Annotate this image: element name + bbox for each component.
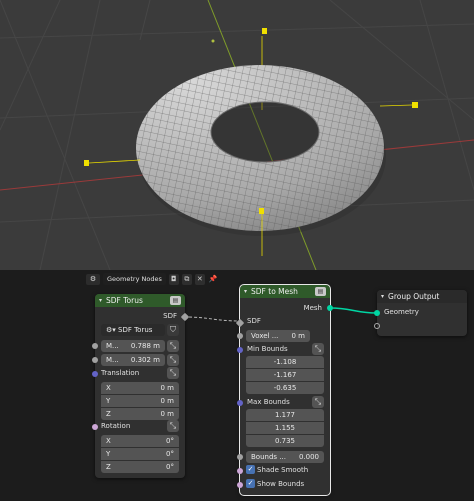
rotation-y-field[interactable]: Y 0° — [101, 448, 179, 460]
mode-icon: ⚙▾ — [106, 326, 119, 334]
eyedropper-icon[interactable]: ⤡ — [312, 396, 324, 408]
fake-user-shield-icon[interactable]: ◘ — [168, 273, 179, 285]
node-tree-name[interactable]: Geometry Nodes — [103, 273, 166, 285]
geometry-input-socket[interactable] — [374, 310, 380, 316]
show-bounds-checkbox[interactable]: ✓ — [246, 479, 255, 488]
eyedropper-icon[interactable]: ⤡ — [167, 367, 179, 379]
viewport-scene — [0, 0, 474, 270]
max-bounds-label: Max Bounds — [247, 398, 290, 406]
major-radius-field[interactable]: M... 0.788 m — [101, 340, 165, 352]
translation-z-field[interactable]: Z 0 m — [101, 408, 179, 420]
sdf-to-mesh-node[interactable]: ▾ SDF to Mesh ▤ Mesh SDF Voxel ... 0 m M… — [235, 284, 333, 496]
shield-icon[interactable]: ⛉ — [167, 324, 179, 336]
max-bounds-x-field[interactable]: 1.177 — [246, 409, 324, 421]
empty-input-socket[interactable] — [374, 323, 380, 329]
sdf-output-label: SDF — [163, 312, 177, 320]
rotation-label: Rotation — [101, 422, 131, 430]
unlink-icon[interactable]: ✕ — [194, 273, 205, 285]
translation-x-field[interactable]: X 0 m — [101, 382, 179, 394]
min-bounds-z-field[interactable]: -0.635 — [246, 382, 324, 394]
sdf-input-label: SDF — [247, 317, 261, 325]
group-output-title: Group Output — [388, 292, 440, 301]
max-bounds-socket[interactable] — [237, 400, 243, 406]
max-bounds-z-field[interactable]: 0.735 — [246, 435, 324, 447]
sdf-to-mesh-title: SDF to Mesh — [251, 287, 298, 296]
rotation-socket[interactable] — [92, 424, 98, 430]
voxel-size-socket[interactable] — [237, 333, 243, 339]
geometry-input-label: Geometry — [384, 308, 419, 316]
minor-radius-socket[interactable] — [92, 357, 98, 363]
sdf-to-mesh-header[interactable]: ▾ SDF to Mesh ▤ — [240, 285, 330, 298]
max-bounds-y-field[interactable]: 1.155 — [246, 422, 324, 434]
shade-smooth-checkbox[interactable]: ✓ — [246, 465, 255, 474]
group-output-header[interactable]: ▾ Group Output — [377, 290, 467, 303]
translation-socket[interactable] — [92, 371, 98, 377]
eyedropper-icon[interactable]: ⤡ — [167, 340, 179, 352]
node-tree-selector[interactable]: ⚙ Geometry Nodes ◘ ⧉ ✕ 📌 — [86, 272, 218, 286]
duplicate-icon[interactable]: ⧉ — [181, 273, 192, 285]
show-bounds-label: Show Bounds — [257, 480, 305, 488]
major-radius-socket[interactable] — [92, 343, 98, 349]
min-bounds-label: Min Bounds — [247, 345, 288, 353]
collapse-chevron-icon[interactable]: ▾ — [99, 297, 102, 304]
node-group-icon: ▤ — [315, 287, 326, 296]
node-group-icon: ▤ — [170, 296, 181, 305]
mesh-output-socket[interactable] — [327, 305, 333, 311]
collapse-chevron-icon[interactable]: ▾ — [244, 288, 247, 295]
sdf-torus-node[interactable]: ▾ SDF Torus ▤ SDF ⚙▾ SDF Torus ⛉ M... 0.… — [92, 294, 190, 478]
translation-label: Translation — [101, 369, 140, 377]
3d-viewport[interactable] — [0, 0, 474, 270]
translation-y-field[interactable]: Y 0 m — [101, 395, 179, 407]
collapse-chevron-icon[interactable]: ▾ — [381, 293, 384, 300]
torus-mode-dropdown[interactable]: ⚙▾ SDF Torus — [101, 324, 165, 336]
sdf-torus-title: SDF Torus — [106, 296, 143, 305]
rotation-x-field[interactable]: X 0° — [101, 435, 179, 447]
eyedropper-icon[interactable]: ⤡ — [167, 420, 179, 432]
sdf-torus-header[interactable]: ▾ SDF Torus ▤ — [95, 294, 185, 307]
shade-smooth-label: Shade Smooth — [257, 466, 309, 474]
bounds-padding-socket[interactable] — [237, 454, 243, 460]
eyedropper-icon[interactable]: ⤡ — [167, 354, 179, 366]
min-bounds-socket[interactable] — [237, 347, 243, 353]
group-output-node[interactable]: ▾ Group Output Geometry — [374, 290, 467, 336]
pin-icon[interactable]: 📌 — [208, 274, 218, 285]
node-editor[interactable]: ⚙ Geometry Nodes ◘ ⧉ ✕ 📌 ▾ SDF Torus ▤ S… — [0, 270, 474, 501]
bounds-padding-field[interactable]: Bounds ... 0.000 — [246, 451, 324, 463]
mesh-output-label: Mesh — [303, 304, 322, 312]
min-bounds-y-field[interactable]: -1.167 — [246, 369, 324, 381]
min-bounds-x-field[interactable]: -1.108 — [246, 356, 324, 368]
rotation-z-field[interactable]: Z 0° — [101, 461, 179, 473]
minor-radius-field[interactable]: M... 0.302 m — [101, 354, 165, 366]
shade-smooth-socket[interactable] — [237, 468, 243, 474]
node-tree-icon[interactable]: ⚙ — [86, 273, 100, 285]
voxel-size-field[interactable]: Voxel ... 0 m — [246, 330, 310, 342]
eyedropper-icon[interactable]: ⤡ — [312, 343, 324, 355]
show-bounds-socket[interactable] — [237, 482, 243, 488]
